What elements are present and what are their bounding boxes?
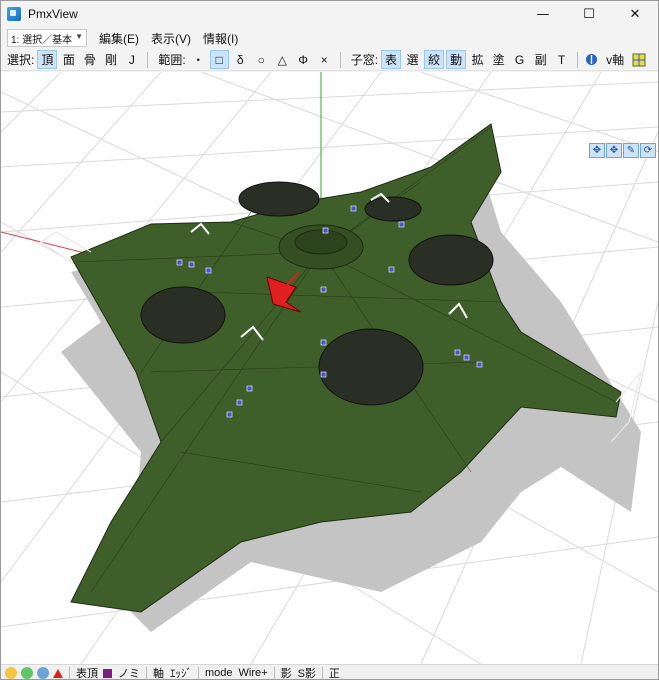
blue-dot-icon[interactable]: [37, 667, 49, 679]
maximize-button[interactable]: ☐: [566, 1, 612, 27]
status-divider: [146, 666, 147, 679]
grid-icon[interactable]: [629, 50, 649, 69]
toolbar-divider: [147, 51, 149, 68]
status-axis-label[interactable]: 軸: [153, 665, 164, 679]
rotate-icon[interactable]: ⟳: [640, 143, 656, 158]
toolbar: 選択: 頂 面 骨 剛 J 範囲: ・ □ δ ○ △ Φ × 子窓: 表 選 …: [1, 49, 658, 71]
select-vertex-button[interactable]: 頂: [37, 50, 58, 69]
subwin-label: 子窓:: [350, 53, 379, 67]
subwin-sub-button[interactable]: 副: [531, 50, 550, 69]
subwin-filter-button[interactable]: 絞: [424, 50, 445, 69]
pmxview-window: PmxView — ☐ ✕ 1: 選択／基本 ▼ 編集(E) 表示(V) 情報(…: [0, 0, 659, 680]
status-material-label[interactable]: ノミ: [118, 665, 140, 679]
minimize-button[interactable]: —: [520, 1, 566, 27]
menu-bar: 1: 選択／基本 ▼ 編集(E) 表示(V) 情報(I): [1, 27, 658, 49]
menu-edit[interactable]: 編集(E): [99, 30, 139, 47]
dome-top: [294, 229, 348, 255]
select-bone-button[interactable]: 骨: [80, 50, 99, 69]
subwin-paint-button[interactable]: 塗: [489, 50, 508, 69]
range-delta-button[interactable]: δ: [231, 50, 250, 69]
title-bar: PmxView — ☐ ✕: [1, 1, 658, 27]
status-shadow-label[interactable]: 影: [281, 665, 292, 679]
move-icon[interactable]: ✥: [606, 143, 622, 158]
status-vertex-label[interactable]: 表頂: [76, 665, 98, 679]
mode-select-value: 1: 選択／基本: [11, 34, 73, 46]
range-cross-button[interactable]: ×: [315, 50, 334, 69]
window-controls: — ☐ ✕: [520, 1, 658, 27]
range-rect-button[interactable]: □: [209, 50, 229, 69]
warning-icon[interactable]: [53, 668, 63, 678]
status-divider: [273, 666, 275, 679]
subwin-table-button[interactable]: 表: [381, 50, 402, 69]
range-triangle-button[interactable]: △: [273, 50, 292, 69]
subwin-move-button[interactable]: 動: [446, 50, 467, 69]
axis-icon[interactable]: [582, 50, 601, 69]
chevron-down-icon: ▼: [75, 32, 83, 41]
view-axis-button[interactable]: v軸: [603, 50, 627, 69]
status-wire-label[interactable]: Wire+: [239, 667, 268, 679]
select-face-button[interactable]: 面: [59, 50, 78, 69]
toolbar-divider: [577, 51, 579, 68]
subwin-scale-button[interactable]: 拡: [468, 50, 487, 69]
status-divider: [321, 666, 323, 679]
menu-view[interactable]: 表示(V): [151, 30, 191, 47]
range-point-button[interactable]: ・: [189, 50, 208, 69]
green-dot-icon[interactable]: [21, 667, 33, 679]
subwin-select-button[interactable]: 選: [403, 50, 422, 69]
app-icon: [7, 7, 21, 21]
mode-select[interactable]: 1: 選択／基本 ▼: [7, 29, 87, 47]
subwin-t-button[interactable]: T: [552, 50, 571, 69]
status-ortho-label[interactable]: 正: [329, 665, 340, 679]
range-label: 範囲:: [158, 53, 186, 67]
status-mode-select[interactable]: mode: [205, 667, 233, 679]
pen-icon[interactable]: ✎: [623, 143, 639, 158]
view-navigation-icons: ✥ ✥ ✎ ⟳: [589, 143, 656, 158]
3d-viewport[interactable]: ✥ ✥ ✎ ⟳: [1, 72, 658, 664]
close-button[interactable]: ✕: [612, 1, 658, 27]
status-edge-label[interactable]: ｴｯｼﾞ: [170, 665, 192, 679]
window-title: PmxView: [28, 7, 78, 21]
light-icon[interactable]: [5, 667, 17, 679]
range-circle-button[interactable]: ○: [252, 50, 271, 69]
pan-icon[interactable]: ✥: [589, 143, 605, 158]
menu-info[interactable]: 情報(I): [203, 30, 238, 47]
material-color-icon[interactable]: [103, 668, 112, 678]
select-joint-button[interactable]: J: [122, 50, 141, 69]
model-view: [1, 72, 658, 664]
subwin-g-button[interactable]: G: [510, 50, 529, 69]
range-phi-button[interactable]: Φ: [294, 50, 313, 69]
status-sshadow-label[interactable]: S影: [298, 665, 316, 679]
select-rigid-button[interactable]: 剛: [101, 50, 120, 69]
status-divider: [198, 666, 199, 679]
status-bar: 表頂 ノミ 軸 ｴｯｼﾞ mode Wire+ 影 S影 正: [1, 664, 658, 679]
toolbar-divider: [339, 51, 341, 68]
select-label: 選択:: [7, 53, 35, 67]
status-divider: [69, 666, 70, 679]
